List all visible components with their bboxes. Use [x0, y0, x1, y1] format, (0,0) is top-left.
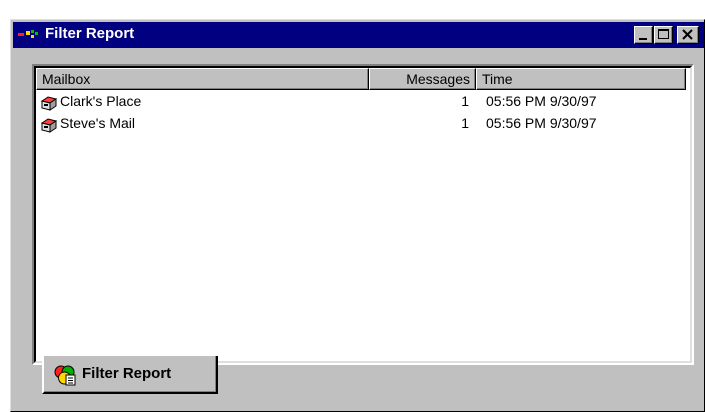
cell-time: 05:56 PM 9/30/97	[486, 115, 597, 131]
column-header-time[interactable]: Time	[476, 68, 686, 90]
close-icon	[682, 29, 693, 40]
filter-report-icon	[54, 364, 76, 386]
column-header-mailbox[interactable]: Mailbox	[36, 68, 369, 90]
cell-messages: 1	[461, 93, 469, 109]
cell-messages: 1	[461, 115, 469, 131]
column-header-row: Mailbox Messages Time	[36, 68, 690, 90]
mailbox-list[interactable]: Mailbox Messages Time Clark's Place 1 05…	[34, 66, 692, 363]
cell-time: 05:56 PM 9/30/97	[486, 93, 597, 109]
tab-label: Filter Report	[82, 365, 172, 382]
title-bar[interactable]: Filter Report	[13, 22, 704, 48]
mailbox-icon	[40, 115, 58, 133]
column-header-messages[interactable]: Messages	[369, 68, 476, 90]
list-rows: Clark's Place 1 05:56 PM 9/30/97 Steve's…	[36, 91, 690, 135]
cell-mailbox: Clark's Place	[60, 93, 142, 109]
maximize-icon	[658, 29, 669, 39]
maximize-button[interactable]	[654, 26, 673, 44]
minimize-icon	[639, 38, 647, 40]
window-title: Filter Report	[45, 25, 135, 42]
cell-mailbox: Steve's Mail	[60, 115, 136, 131]
filter-report-window: Filter Report Mailbox Messages Time Clar…	[10, 19, 705, 412]
close-button[interactable]	[677, 26, 699, 44]
minimize-button[interactable]	[634, 26, 653, 44]
list-row[interactable]: Clark's Place 1 05:56 PM 9/30/97	[36, 91, 690, 113]
app-icon[interactable]	[17, 27, 39, 43]
tab-filter-report[interactable]: Filter Report	[42, 356, 218, 394]
list-row[interactable]: Steve's Mail 1 05:56 PM 9/30/97	[36, 113, 690, 135]
mailbox-icon	[40, 93, 58, 111]
mailbox-list-frame: Mailbox Messages Time Clark's Place 1 05…	[32, 64, 694, 365]
